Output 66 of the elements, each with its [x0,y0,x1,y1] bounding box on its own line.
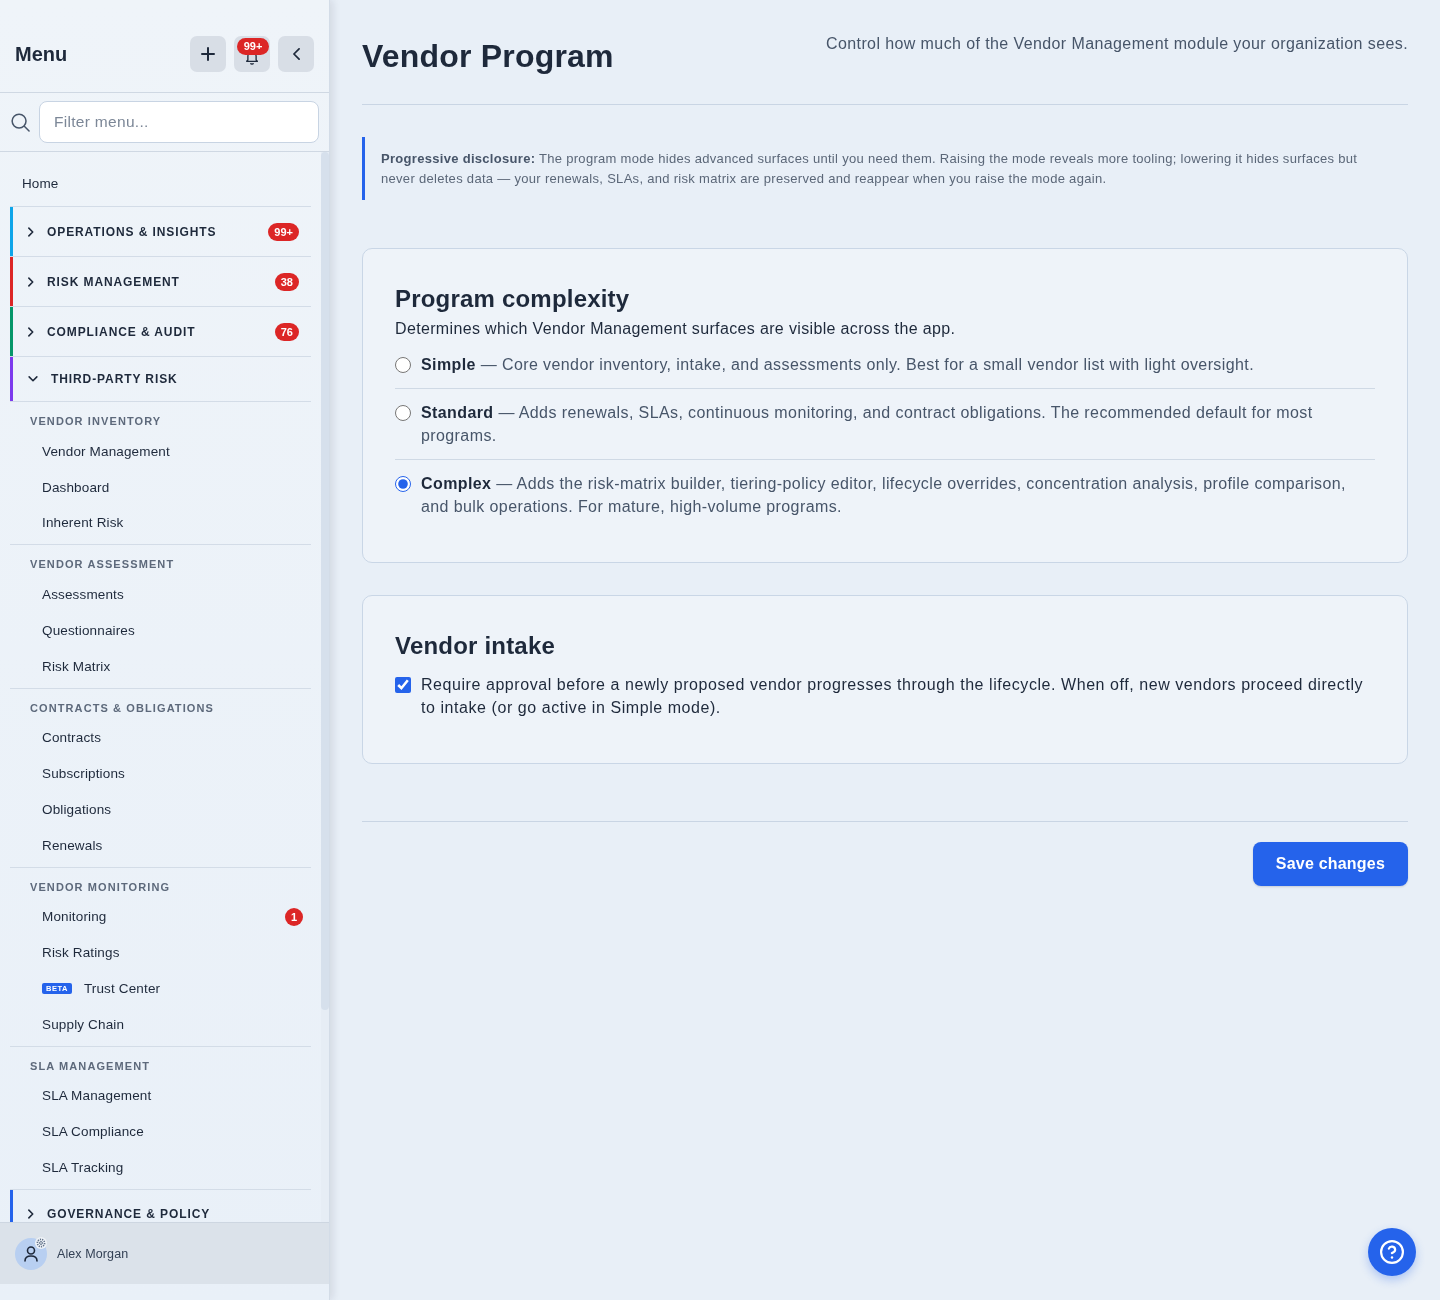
collapse-button[interactable] [278,36,314,72]
save-button[interactable]: Save changes [1252,842,1408,886]
search-icon [11,112,30,132]
option-label: Standard — Adds renewals, SLAs, continuous monitoring, and contract obligations. The recommended default for most programs. [421,403,1314,446]
nav-item[interactable]: Questionnaires [42,621,135,640]
plus-icon [201,47,215,61]
option-label: Complex — Adds the risk-matrix builder, tiering-policy editor, lifecycle overrides, concentration analysis, profile comparison, and bulk operations. For mature, high-volume programs. [421,474,1347,517]
nav-item[interactable]: Risk Ratings [42,944,120,963]
count-badge: 1 [285,908,303,927]
nav-item[interactable]: Supply Chain [42,1015,125,1034]
help-icon [1380,1240,1404,1264]
radio-button[interactable] [395,404,411,421]
info-callout: Progressive disclosure: The program mode hides advanced surfaces until you need them. Raising the mode reveals more tooling; lowering it hides surfaces but never deletes data — your renewals, SLAs, and risk matrix are preserved and reappear when you raise the mode again. [362,137,1408,200]
page-title: Vendor Program [362,37,614,76]
nav-section-toggle[interactable]: OPERATIONS & INSIGHTS [13,207,269,256]
filter-field[interactable]: Filter menu... [39,101,319,143]
card-description: Determines which Vendor Management surfaces are visible across the app. [395,319,957,339]
nav-group-label: CONTRACTS & OBLIGATIONS [30,700,214,715]
count-badge: 38 [274,272,299,291]
menu-title: Menu [15,42,68,66]
nav-item[interactable]: Trust Center [83,979,161,998]
nav-item[interactable]: Subscriptions [42,765,125,784]
nav-item[interactable]: Obligations [42,800,112,819]
nav-item[interactable]: Monitoring [42,908,107,927]
scrollbar-thumb[interactable] [321,152,329,1010]
nav-item[interactable]: Contracts [42,729,102,748]
chevron-right-icon [28,1209,34,1220]
add-button[interactable] [190,36,226,72]
nav-group-label: VENDOR INVENTORY [30,414,162,428]
nav-item[interactable]: SLA Management [42,1087,152,1106]
nav-section-toggle[interactable]: GOVERNANCE & POLICY [13,1189,311,1222]
nav-group-label: SLA MANAGEMENT [30,1058,151,1073]
chevron-right-icon [28,226,34,237]
user-name: Alex Morgan [57,1246,129,1261]
nav-item[interactable]: Renewals [42,836,103,855]
nav-item[interactable]: Inherent Risk [42,514,124,533]
nav-group-label: VENDOR MONITORING [30,879,171,894]
nav-section-toggle[interactable]: COMPLIANCE & AUDIT [13,307,275,356]
radio-button[interactable] [395,475,411,492]
gear-icon [35,1236,47,1249]
nav-section-toggle[interactable]: RISK MANAGEMENT [13,257,275,306]
chevron-right-icon [28,326,34,337]
nav-item[interactable]: Risk Matrix [42,657,111,676]
count-badge: 99+ [268,222,299,241]
nav-item[interactable]: Dashboard [42,478,110,497]
nav-link[interactable]: Home [10,160,59,206]
avatar-icon [15,1237,47,1270]
notification-badge: 99+ [237,38,269,55]
chevron-right-icon [28,276,34,287]
help-button[interactable] [1368,1228,1416,1276]
card-title: Vendor intake [395,631,556,661]
nav-item[interactable]: SLA Compliance [42,1123,144,1142]
nav-item[interactable]: SLA Tracking [42,1158,124,1177]
nav-section-toggle[interactable]: THIRD-PARTY RISK [13,357,311,401]
nav-group-label: VENDOR ASSESSMENT [30,557,175,572]
option-label: Simple — Core vendor inventory, intake, and assessments only. Best for a small vendor list with light oversight. [421,355,1254,375]
chevron-left-icon [292,48,300,60]
nav-item[interactable]: Assessments [42,586,124,605]
nav-item[interactable]: Vendor Management [42,442,170,461]
checkbox[interactable] [395,676,411,693]
card-title: Program complexity [395,284,631,314]
page-subtitle: Control how much of the Vendor Management module your organization sees. [826,34,1408,54]
radio-button[interactable] [395,356,411,373]
chevron-down-icon [28,376,38,382]
count-badge: 76 [274,322,299,341]
checkbox-label: Require approval before a newly proposed vendor progresses through the lifecycle. When off, new vendors proceed directly to intake (or go active in Simple mode). [421,675,1365,718]
